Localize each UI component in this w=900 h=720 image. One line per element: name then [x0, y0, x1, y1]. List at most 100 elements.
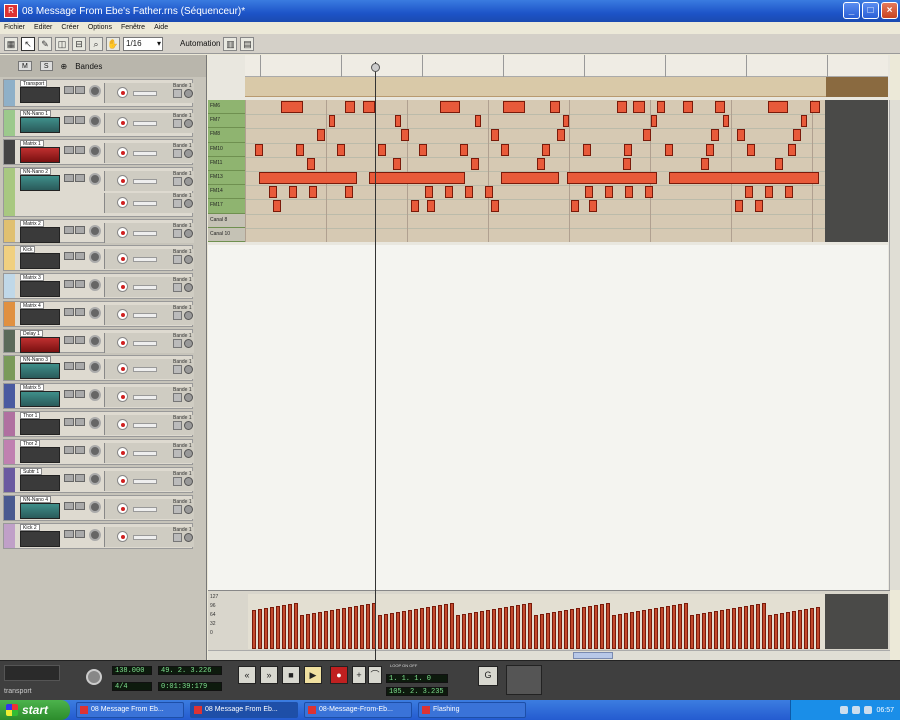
mute-button[interactable]	[64, 502, 74, 510]
taskbar-item[interactable]: 08 Message From Eb...	[76, 702, 184, 718]
velocity-bar[interactable]	[696, 614, 700, 649]
note[interactable]	[657, 101, 665, 113]
track-dial-icon[interactable]	[89, 473, 101, 485]
velocity-bar[interactable]	[252, 610, 256, 649]
note[interactable]	[269, 186, 277, 199]
note[interactable]	[273, 200, 281, 213]
note[interactable]	[625, 186, 633, 199]
loop-right-display[interactable]: 105. 2. 3.235	[386, 687, 448, 696]
note[interactable]	[557, 129, 565, 142]
track-dial-icon[interactable]	[89, 501, 101, 513]
lane-knob-icon[interactable]	[184, 533, 193, 542]
velocity-bar[interactable]	[552, 612, 556, 649]
drum-key-7[interactable]: FM17	[208, 199, 245, 214]
lane-record-icon[interactable]	[117, 419, 128, 430]
sequencer-area[interactable]: FM6 FM7 FM8 FM10 FM11 FM13 FM14 FM17 Canal 8 Cana…	[208, 55, 890, 660]
lane-mute-button[interactable]	[173, 393, 182, 402]
horizontal-scrollbar[interactable]	[208, 650, 890, 660]
mute-solo-buttons[interactable]	[64, 116, 85, 124]
velocity-bar[interactable]	[480, 611, 484, 649]
solo-all-button[interactable]: S	[39, 61, 53, 71]
velocity-bar[interactable]	[558, 611, 562, 649]
velocity-bar[interactable]	[606, 603, 610, 649]
start-button[interactable]: start	[0, 700, 70, 720]
note[interactable]	[669, 172, 819, 184]
precount-button[interactable]: +	[352, 666, 366, 684]
velocity-bar[interactable]	[804, 609, 808, 649]
note-grid[interactable]	[245, 100, 825, 242]
note[interactable]	[440, 101, 460, 113]
lane-record-icon[interactable]	[117, 475, 128, 486]
velocity-bar[interactable]	[672, 605, 676, 649]
velocity-bar[interactable]	[408, 610, 412, 649]
velocity-bar[interactable]	[312, 613, 316, 649]
note[interactable]	[563, 115, 569, 128]
drum-key-8[interactable]: Canal 8	[208, 213, 245, 228]
maximize-button[interactable]: □	[862, 2, 879, 19]
mute-solo-buttons[interactable]	[64, 86, 85, 94]
velocity-bar[interactable]	[438, 605, 442, 649]
title-bar[interactable]: R 08 Message From Ebe's Father.rns (Séqu…	[0, 0, 900, 22]
velocity-bar[interactable]	[486, 610, 490, 649]
device-thumbnail[interactable]	[20, 117, 60, 133]
note[interactable]	[345, 186, 353, 199]
note[interactable]	[643, 129, 651, 142]
tray-icon[interactable]	[840, 706, 849, 714]
lane-record-icon[interactable]	[117, 309, 128, 320]
velocity-bar[interactable]	[510, 606, 514, 649]
solo-button[interactable]	[75, 174, 85, 182]
solo-button[interactable]	[75, 502, 85, 510]
click-button[interactable]: ⌒	[368, 666, 382, 684]
note[interactable]	[537, 157, 545, 170]
note[interactable]	[395, 115, 401, 128]
empty-lane-area[interactable]	[208, 245, 888, 590]
track-name[interactable]: Delay 1	[20, 330, 43, 337]
velocity-bar[interactable]	[720, 610, 724, 649]
note[interactable]	[401, 129, 409, 142]
track-name[interactable]: Matrix 5	[20, 384, 44, 391]
note[interactable]	[745, 186, 753, 199]
solo-button[interactable]	[75, 362, 85, 370]
note[interactable]	[683, 101, 693, 113]
device-thumbnail[interactable]	[20, 227, 60, 243]
note[interactable]	[715, 101, 725, 113]
lane-knob-icon[interactable]	[184, 255, 193, 264]
track-name[interactable]: Thor 1	[20, 412, 41, 419]
velocity-bar[interactable]	[426, 607, 430, 649]
track-color-swatch[interactable]	[4, 168, 15, 216]
velocity-bar[interactable]	[546, 613, 550, 649]
velocity-bar[interactable]	[504, 607, 508, 649]
horizontal-scroll-thumb[interactable]	[573, 652, 613, 659]
solo-button[interactable]	[75, 226, 85, 234]
track-13[interactable]: Subtr 1 Bande 1	[3, 467, 194, 493]
velocity-bar[interactable]	[414, 609, 418, 649]
velocity-bar[interactable]	[270, 607, 274, 649]
velocity-bar[interactable]	[498, 608, 502, 649]
lane-row[interactable]: Bande 1	[104, 113, 194, 133]
mute-button[interactable]	[64, 116, 74, 124]
drum-key-4[interactable]: FM11	[208, 157, 245, 171]
velocity-bar[interactable]	[276, 606, 280, 649]
drum-key-5[interactable]: FM13	[208, 171, 245, 186]
lane-knob-icon[interactable]	[184, 365, 193, 374]
note[interactable]	[765, 186, 773, 199]
track-name[interactable]: Transport	[20, 80, 48, 87]
lane-knob-icon[interactable]	[184, 421, 193, 430]
track-name[interactable]: Matrix 2	[20, 220, 44, 227]
track-12[interactable]: Thor 2 Bande 1	[3, 439, 194, 465]
note[interactable]	[542, 143, 550, 156]
lane-knob-icon[interactable]	[184, 229, 193, 238]
lane-mute-button[interactable]	[173, 177, 182, 186]
lane-row[interactable]: Bande 1	[104, 443, 194, 463]
lane-row[interactable]: Bande 1	[104, 387, 194, 407]
velocity-bar[interactable]	[660, 607, 664, 649]
track-9[interactable]: NN-Nano 3 Bande 1	[3, 355, 194, 381]
velocity-bar[interactable]	[378, 615, 382, 649]
lane-mute-button[interactable]	[173, 449, 182, 458]
note[interactable]	[485, 186, 493, 199]
track-dial-icon[interactable]	[89, 389, 101, 401]
device-thumbnail[interactable]	[20, 531, 60, 547]
velocity-bar[interactable]	[282, 605, 286, 649]
velocity-bar[interactable]	[540, 614, 544, 649]
velocity-bar[interactable]	[318, 612, 322, 649]
